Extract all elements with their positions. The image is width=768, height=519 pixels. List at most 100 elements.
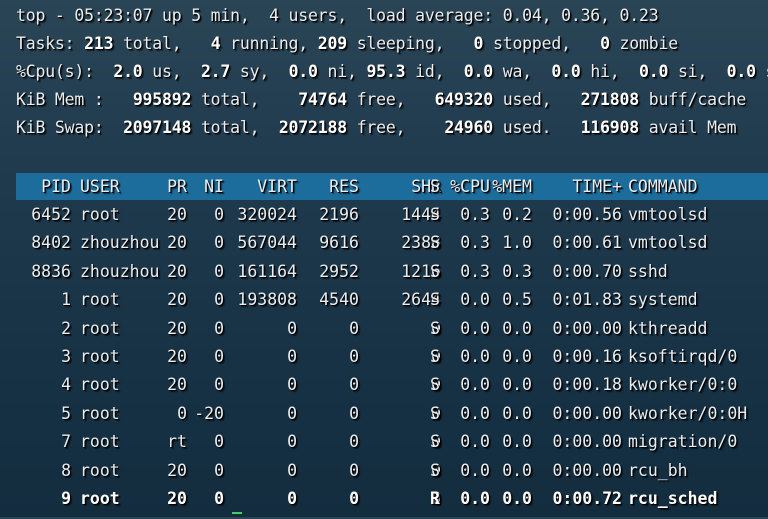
cell-virt: 0	[287, 489, 297, 508]
cell-cpu: 0.0	[460, 375, 490, 395]
cell-pr: 20	[167, 375, 187, 395]
table-row: 7 root rt 0 0 0 0 S 0.0 0.0 0:00.00 migration/0	[16, 428, 768, 456]
cell-res: 0	[349, 347, 359, 366]
cell-ni: NI	[204, 177, 224, 196]
cell-s: S	[430, 460, 440, 480]
cell-virt: 161164	[237, 261, 297, 281]
cell-res: 2952	[319, 261, 359, 281]
cell-time: 0:00.56	[552, 205, 622, 224]
table-row: 8 root 20 0 0 0 0 S 0.0 0.0 0:00.00 rcu_bh	[16, 457, 768, 485]
table-row: 2 root 20 0 0 0 0 S 0.0 0.0 0:00.00 kthreadd	[16, 315, 768, 343]
cell-command: ksoftirqd/0	[628, 347, 738, 366]
cell-time: 0:00.00	[552, 460, 622, 480]
cell-pid: 8	[61, 460, 71, 480]
cell-pid: PID	[41, 177, 71, 196]
cell-virt: 0	[287, 432, 297, 452]
cell-time: 0:00.70	[552, 261, 622, 281]
cell-cpu: 0.0	[460, 489, 490, 508]
cell-mem: 0.0	[502, 460, 532, 480]
cell-pr: 20	[167, 347, 187, 366]
cell-res: 9616	[319, 233, 359, 253]
cell-s: S	[430, 318, 440, 338]
cell-mem: 0.5	[502, 290, 532, 310]
cell-command: vmtoolsd	[628, 205, 708, 224]
cell-time: 0:00.72	[552, 489, 622, 508]
cell-cpu: 0.0	[460, 347, 490, 366]
table-row: 6452 root 20 0 320024 2196 1444 S 0.3 0.2 0:00.56 v…	[16, 201, 768, 229]
cell-pr: 20	[167, 261, 187, 281]
cell-res: 4540	[319, 290, 359, 310]
table-row: 9 root 20 0 0 0 0 R 0.0 0.0 0:00.72 rcu_sched	[16, 485, 768, 513]
cell-virt: 0	[287, 460, 297, 480]
cell-time: 0:00.00	[552, 318, 622, 338]
cell-command: kthreadd	[628, 318, 708, 338]
cell-res: 0	[349, 432, 359, 452]
cell-command: rcu_sched	[628, 489, 718, 508]
table-row: 8836 zhouzhou 20 0 161164 2952 1216 S 0.3 0.3 0:00…	[16, 258, 768, 286]
cell-cpu: 0.0	[460, 290, 490, 310]
cell-mem: 1.0	[502, 233, 532, 253]
table-row: 8402 zhouzhou 20 0 567044 9616 2388 S 0.3 1.0 0:00…	[16, 229, 768, 257]
cell-cpu: 0.0	[460, 432, 490, 452]
cell-res: RES	[329, 177, 359, 196]
cell-time: TIME+	[572, 177, 622, 196]
cell-res: 0	[349, 460, 359, 480]
cell-virt: 0	[287, 347, 297, 366]
cell-ni: 0	[214, 290, 224, 310]
cell-s: S	[430, 233, 440, 253]
cell-pr: PR	[167, 177, 187, 196]
cell-ni: -20	[194, 403, 224, 423]
cell-time: 0:00.18	[552, 375, 622, 395]
cell-cpu: 0.0	[460, 460, 490, 480]
cell-command: kworker/0:0H	[628, 403, 748, 423]
cell-pid: 3	[61, 347, 71, 366]
cell-pr: 20	[167, 233, 187, 253]
cell-command: systemd	[628, 290, 698, 310]
table-row: 1 root 20 0 193808 4540 2644 S 0.0 0.5 0:01.83 syst…	[16, 286, 768, 314]
cell-time: 0:00.00	[552, 403, 622, 423]
cell-s: S	[430, 375, 440, 395]
cell-mem: 0.0	[502, 318, 532, 338]
terminal-cursor	[232, 512, 242, 519]
cell-s: S	[430, 432, 440, 452]
cell-virt: VIRT	[257, 177, 297, 196]
cell-mem: 0.3	[502, 261, 532, 281]
cell-virt: 0	[287, 318, 297, 338]
cell-s: S	[430, 261, 440, 281]
cell-virt: 0	[287, 403, 297, 423]
table-row: 3 root 20 0 0 0 0 S 0.0 0.0 0:00.16 ksoftirqd/0	[16, 343, 768, 371]
cell-mem: 0.2	[502, 205, 532, 224]
cell-cpu: 0.0	[460, 318, 490, 338]
cell-res: 0	[349, 489, 359, 508]
cell-mem: 0.0	[502, 375, 532, 395]
cell-pr: 20	[167, 318, 187, 338]
terminal-window[interactable]: top - 05:23:07 up 5 min, 4 users, load a…	[0, 0, 768, 517]
cell-mem: 0.0	[502, 489, 532, 508]
cell-res: 0	[349, 318, 359, 338]
cell-cpu: 0.3	[460, 233, 490, 253]
cpu-line: %Cpu(s): 2.0 us, 2.7 sy, 0.0 ni, 95.3 id…	[16, 62, 768, 81]
cell-ni: 0	[214, 460, 224, 480]
cell-time: 0:00.00	[552, 432, 622, 452]
cell-ni: 0	[214, 432, 224, 452]
cell-time: 0:01.83	[552, 290, 622, 310]
cell-ni: 0	[214, 375, 224, 395]
cell-mem: 0.0	[502, 432, 532, 452]
cell-pid: 8402	[31, 233, 71, 253]
cell-command: rcu_bh	[628, 460, 688, 480]
cell-ni: 0	[214, 318, 224, 338]
cell-cpu: %CPU	[450, 177, 490, 196]
cell-res: 2196	[319, 205, 359, 224]
cell-command: vmtoolsd	[628, 233, 708, 253]
cell-pid: 5	[61, 403, 71, 423]
cell-pr: 20	[167, 489, 187, 508]
uptime-line: top - 05:23:07 up 5 min, 4 users, load a…	[16, 6, 659, 25]
table-row: 4 root 20 0 0 0 0 S 0.0 0.0 0:00.18 kworker/0:0	[16, 371, 768, 399]
cell-ni: 0	[214, 233, 224, 253]
cell-s: S	[430, 403, 440, 423]
cell-mem: 0.0	[502, 403, 532, 423]
cell-time: 0:00.61	[552, 233, 622, 253]
cell-pid: 6452	[31, 205, 71, 224]
cell-virt: 193808	[237, 290, 297, 310]
cell-ni: 0	[214, 489, 224, 508]
